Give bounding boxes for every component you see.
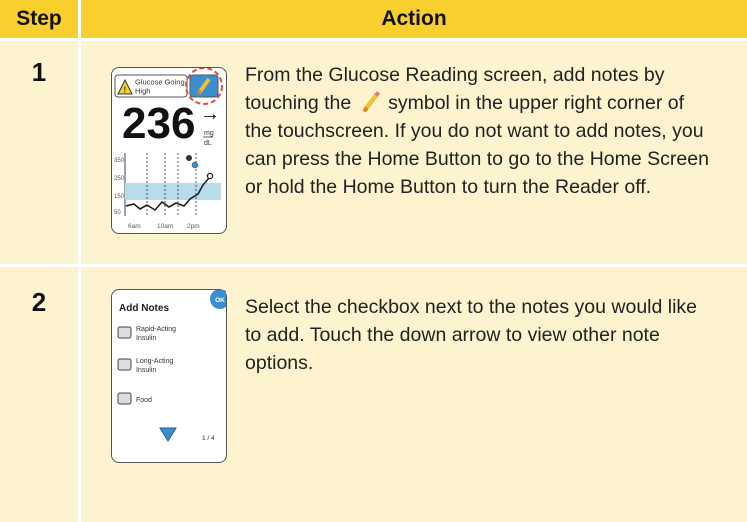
svg-text:→: → [200, 103, 220, 125]
reader-glucose-screen: ! Glucose Going High 236 → mg dL 350 250… [111, 67, 227, 234]
header-step: Step [0, 0, 78, 38]
glucose-reading-value: 236 [122, 99, 195, 148]
row-2-action-cell: Add Notes OK Rapid-Acting Insulin Long-Act… [81, 267, 747, 522]
note-option: Rapid-Acting Insulin [117, 326, 176, 342]
y-tick-label: 350 [114, 158, 125, 164]
svg-text:!: ! [123, 86, 126, 95]
y-tick-label: 150 [114, 194, 125, 200]
instructions-table: Step Action 1 ! Glucose Going High 236 →… [0, 0, 747, 522]
svg-text:Add Notes: Add Notes [119, 303, 169, 314]
header-step-label: Step [16, 7, 62, 30]
note-checkbox [117, 358, 132, 371]
note-option-label: Insulin [136, 367, 156, 374]
x-tick-label: 2pm [187, 223, 200, 230]
y-tick-label: 50 [114, 210, 121, 216]
note-checkbox [117, 392, 132, 405]
step-number: 2 [31, 287, 47, 317]
note-option: Food [117, 392, 152, 405]
alert-text-line1: Glucose Going [135, 78, 185, 87]
note-option-label: Food [136, 397, 152, 404]
row-1-instruction: From the Glucose Reading screen, add not… [245, 61, 715, 201]
row-2-instruction: Select the checkbox next to the notes yo… [245, 296, 698, 374]
y-tick-label: 250 [114, 176, 125, 182]
x-tick-label: 10am [157, 223, 173, 230]
svg-text:1 / 4: 1 / 4 [202, 435, 215, 442]
svg-text:OK: OK [215, 297, 225, 304]
header-action-label: Action [381, 7, 447, 30]
x-tick-label: 6am [128, 223, 141, 230]
note-option-label: Rapid-Acting [136, 326, 176, 333]
reader-add-notes-screen: Add Notes OK Rapid-Acting Insulin Long-Act… [111, 289, 227, 463]
pencil-icon [357, 91, 383, 113]
alert-text-line2: High [135, 87, 150, 96]
step-number: 1 [31, 57, 47, 87]
note-option-label: Long-Acting [136, 358, 173, 365]
row-1-step-cell: 1 [0, 41, 78, 264]
svg-text:dL: dL [204, 140, 212, 147]
note-option: Long-Acting Insulin [117, 358, 173, 374]
header-action: Action [81, 0, 747, 38]
note-option-label: Insulin [136, 335, 156, 342]
note-checkbox [117, 326, 132, 339]
down-arrow-icon [159, 427, 177, 442]
row-1-action-cell: ! Glucose Going High 236 → mg dL 350 250… [81, 41, 747, 264]
row-2-step-cell: 2 [0, 267, 78, 522]
svg-text:mg: mg [204, 130, 214, 137]
